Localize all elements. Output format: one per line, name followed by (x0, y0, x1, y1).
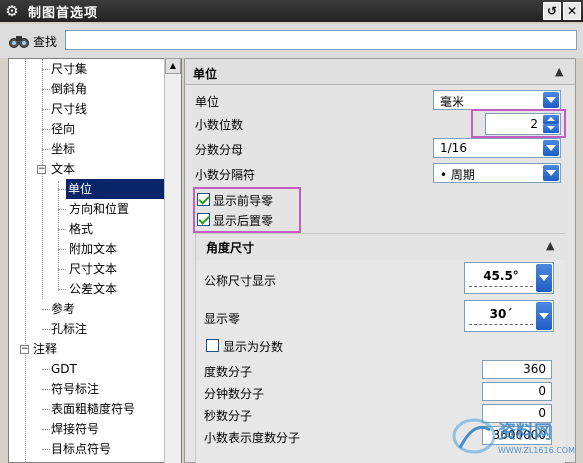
tree-scrollbar[interactable]: ▲ (164, 58, 181, 463)
reset-button[interactable]: ↺ (543, 2, 561, 20)
nominal-value: 45.5° (469, 269, 533, 287)
denominator-label: 分数分母 (195, 143, 244, 157)
minute-num-input[interactable]: 0 (482, 382, 552, 401)
decrement-icon[interactable] (543, 124, 559, 133)
zero-label: 显示零 (204, 312, 241, 326)
units-section-title: 单位 (193, 67, 218, 81)
nominal-label: 公称尺寸显示 (204, 274, 277, 288)
svg-text:资料网: 资料网 (498, 421, 552, 443)
separator-select[interactable]: • 周期 (433, 163, 561, 183)
tree-item-tolerance-text[interactable]: 公差文本 (69, 279, 117, 299)
collapse-annotation-icon[interactable]: − (20, 345, 29, 354)
decimals-stepper[interactable]: 2 (485, 113, 561, 135)
tree-item-hole-callout[interactable]: 孔标注 (51, 319, 87, 339)
minute-num-label: 分钟数分子 (204, 387, 265, 401)
chevron-down-icon[interactable] (536, 264, 552, 292)
chevron-down-icon[interactable] (543, 140, 559, 156)
tree-item-weld-symbol[interactable]: 焊接符号 (51, 419, 99, 439)
denominator-value: 1/16 (440, 141, 467, 155)
collapse-text-icon[interactable]: − (37, 165, 46, 174)
tree-item-units[interactable]: 单位 (66, 179, 164, 199)
separator-value: • 周期 (440, 168, 475, 182)
fraction-checkbox[interactable] (206, 339, 219, 352)
scroll-up-icon[interactable]: ▲ (165, 58, 181, 74)
tree-item-gdt[interactable]: GDT (51, 359, 77, 379)
collapse-units-icon[interactable]: ▲ (555, 65, 563, 78)
units-panel: 单位 ▲ 单位 毫米 小数位数 2 分数分母 1/16 小数分隔符 • 周期 显… (184, 58, 576, 463)
title-bar: ⚙ 制图首选项 ↺ ✕ (0, 0, 583, 22)
zero-format-select[interactable]: 30´ (464, 300, 554, 332)
tree-item-dimension-set[interactable]: 尺寸集 (51, 59, 87, 79)
tree-item-surface-finish[interactable]: 表面粗糙度符号 (51, 399, 135, 419)
leading-zeros-checkbox[interactable] (197, 193, 210, 206)
nominal-format-select[interactable]: 45.5° (464, 262, 554, 294)
denominator-select[interactable]: 1/16 (433, 138, 561, 158)
search-label: 查找 (33, 35, 58, 49)
tree-item-annotation[interactable]: 注释 (33, 339, 57, 359)
unit-value: 毫米 (440, 95, 465, 109)
fraction-label: 显示为分数 (223, 340, 284, 354)
search-input[interactable] (65, 30, 577, 50)
tree-item-text[interactable]: 文本 (51, 159, 75, 179)
zero-value: 30´ (469, 307, 533, 325)
second-num-label: 秒数分子 (204, 409, 253, 423)
chevron-down-icon[interactable] (536, 302, 552, 330)
decimals-label: 小数位数 (195, 118, 244, 132)
tree-item-dimension-line[interactable]: 尺寸线 (51, 99, 87, 119)
tree-item-dimension-text[interactable]: 尺寸文本 (69, 259, 117, 279)
tree-item-orientation[interactable]: 方向和位置 (69, 199, 129, 219)
degree-num-input[interactable]: 360 (482, 360, 552, 379)
unit-label: 单位 (195, 95, 220, 109)
preferences-tree: − − 尺寸集 倒斜角 尺寸线 径向 坐标 文本 单位 方向和位置 格式 附加文… (8, 58, 182, 463)
collapse-angle-icon[interactable]: ▲ (546, 239, 554, 252)
tree-item-target-point[interactable]: 目标点符号 (51, 439, 111, 459)
chevron-down-icon[interactable] (543, 165, 559, 181)
chevron-down-icon[interactable] (543, 92, 559, 108)
binoculars-icon (9, 36, 29, 48)
window-title: 制图首选项 (28, 5, 99, 21)
search-row: 查找 (0, 24, 583, 58)
close-button[interactable]: ✕ (563, 2, 581, 20)
trailing-zeros-checkbox[interactable] (197, 213, 210, 226)
increment-icon[interactable] (543, 115, 559, 124)
gear-icon[interactable]: ⚙ (2, 1, 22, 21)
angle-section-header[interactable]: 角度尺寸 ▲ (196, 234, 565, 260)
decimals-value: 2 (530, 117, 538, 131)
angle-section-title: 角度尺寸 (206, 241, 255, 255)
tree-item-coordinate[interactable]: 坐标 (51, 139, 75, 159)
separator-label: 小数分隔符 (195, 168, 256, 182)
tree-item-radial[interactable]: 径向 (51, 119, 75, 139)
trailing-zeros-label: 显示后置零 (213, 214, 274, 228)
units-section-header[interactable]: 单位 ▲ (185, 59, 575, 85)
tree-item-chamfer[interactable]: 倒斜角 (51, 79, 87, 99)
degree-num-label: 度数分子 (204, 365, 253, 379)
tree-item-appended-text[interactable]: 附加文本 (69, 239, 117, 259)
decimal-num-label: 小数表示度数分子 (204, 431, 301, 445)
tree-item-format[interactable]: 格式 (69, 219, 93, 239)
leading-zeros-label: 显示前导零 (213, 194, 274, 208)
watermark-logo: 资料网 WWW.ZL1616.COM (452, 418, 575, 455)
svg-text:WWW.ZL1616.COM: WWW.ZL1616.COM (498, 446, 575, 455)
tree-item-reference[interactable]: 参考 (51, 299, 75, 319)
unit-select[interactable]: 毫米 (433, 90, 561, 110)
tree-item-symbol-callout[interactable]: 符号标注 (51, 379, 99, 399)
